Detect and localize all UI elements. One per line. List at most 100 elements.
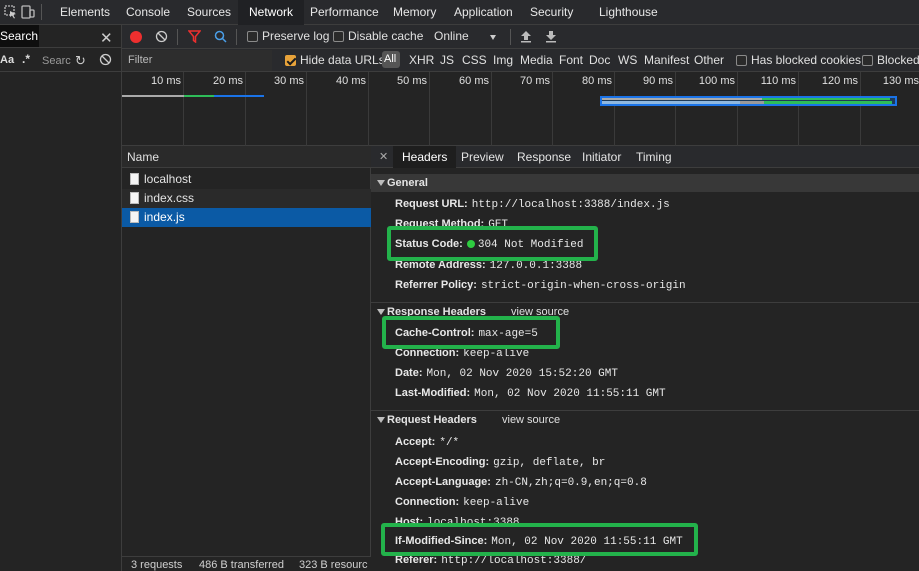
import-har-icon[interactable]	[520, 30, 532, 46]
document-icon	[130, 211, 139, 223]
regex-button[interactable]: .*	[22, 52, 30, 66]
header-row: Referrer Policy: strict-origin-when-cross…	[395, 279, 686, 292]
timeline-request-bar	[764, 101, 892, 104]
header-key: Referrer Policy:	[395, 279, 477, 291]
search-drawer	[0, 25, 122, 571]
timeline-request-bar	[122, 95, 184, 97]
search-input[interactable]: Searc	[42, 55, 71, 67]
type-filter-css[interactable]: CSS	[462, 53, 487, 67]
divider	[236, 29, 237, 45]
hide-data-urls-checkbox[interactable]	[285, 55, 296, 66]
device-toolbar-icon[interactable]	[21, 5, 35, 19]
close-drawer-icon[interactable]: ✕	[100, 29, 113, 47]
clear-search-icon[interactable]	[99, 53, 112, 69]
header-value: */*	[439, 437, 460, 449]
timeline-overview[interactable]: 10 ms 20 ms 30 ms 40 ms 50 ms 60 ms 70 m…	[122, 72, 919, 146]
request-list-header[interactable]: Name	[122, 146, 371, 168]
timeline-request-bar	[762, 98, 890, 100]
filter-placeholder: Filter	[128, 54, 153, 66]
preserve-log-label: Preserve log	[262, 29, 330, 43]
timeline-tick-label: 50 ms	[397, 75, 427, 87]
type-filter-doc[interactable]: Doc	[589, 53, 610, 67]
tab-lighthouse[interactable]: Lighthouse	[599, 0, 658, 25]
document-icon	[130, 192, 139, 204]
header-key: Request URL:	[395, 198, 468, 210]
close-detail-icon[interactable]: ✕	[379, 150, 388, 163]
header-value: Mon, 02 Nov 2020 11:55:11 GMT	[474, 388, 666, 400]
type-filter-font[interactable]: Font	[559, 53, 583, 67]
timeline-gridline	[245, 72, 246, 146]
tab-elements[interactable]: Elements	[60, 0, 110, 25]
type-filter-img[interactable]: Img	[493, 53, 513, 67]
tab-response[interactable]: Response	[517, 146, 571, 168]
name-column-header[interactable]: Name	[127, 150, 159, 164]
divider	[177, 29, 178, 45]
timeline-request-bar	[602, 98, 762, 100]
type-filter-label: All	[384, 53, 397, 65]
type-filter-xhr[interactable]: XHR	[409, 53, 434, 67]
disable-cache-label: Disable cache	[348, 29, 424, 43]
request-row-selected[interactable]: index.js	[122, 208, 371, 227]
clear-icon[interactable]	[155, 30, 168, 46]
tab-console[interactable]: Console	[126, 0, 170, 25]
type-filter-other[interactable]: Other	[694, 53, 724, 67]
record-icon[interactable]	[130, 31, 142, 43]
header-value: keep-alive	[463, 497, 530, 509]
network-summary-bar: 3 requests 486 B transferred 323 B resou…	[122, 556, 371, 571]
expand-triangle-icon	[377, 180, 385, 186]
tab-initiator[interactable]: Initiator	[582, 146, 621, 168]
header-key: Accept:	[395, 436, 436, 448]
tab-timing[interactable]: Timing	[636, 146, 672, 168]
blocked-requests-checkbox[interactable]	[862, 55, 873, 66]
throttling-select[interactable]: Online	[428, 27, 500, 46]
has-blocked-cookies-checkbox[interactable]	[736, 55, 747, 66]
header-row: Connection: keep-alive	[395, 496, 529, 509]
tab-memory[interactable]: Memory	[393, 0, 436, 25]
type-filter-all[interactable]: All	[382, 51, 400, 68]
header-value: Mon, 02 Nov 2020 15:52:20 GMT	[426, 368, 618, 380]
tab-performance[interactable]: Performance	[310, 0, 379, 25]
disable-cache-checkbox[interactable]	[333, 31, 344, 42]
timeline-tick-label: 30 ms	[274, 75, 304, 87]
request-row[interactable]: localhost	[122, 170, 371, 189]
section-title: General	[387, 177, 428, 189]
timeline-gridline	[798, 72, 799, 146]
type-filter-js[interactable]: JS	[440, 53, 454, 67]
tab-application[interactable]: Application	[454, 0, 513, 25]
refresh-icon[interactable]: ↻	[75, 53, 86, 69]
match-case-button[interactable]: Aa	[0, 54, 14, 66]
devtools-tab-bar: Elements Console Sources Network Perform…	[0, 0, 919, 25]
tab-security[interactable]: Security	[530, 0, 573, 25]
timeline-gridline	[614, 72, 615, 146]
type-filter-ws[interactable]: WS	[618, 53, 637, 67]
request-row[interactable]: index.css	[122, 189, 371, 208]
request-count: 3 requests	[131, 559, 183, 571]
search-icon[interactable]	[214, 30, 227, 46]
request-headers-section-header[interactable]: Request Headers view source	[371, 410, 919, 428]
filter-input[interactable]: Filter	[122, 50, 272, 71]
timeline-gridline	[552, 72, 553, 146]
tab-network[interactable]: Network	[238, 0, 305, 25]
timeline-tick-label: 40 ms	[336, 75, 366, 87]
header-value: gzip, deflate, br	[493, 457, 606, 469]
preserve-log-checkbox[interactable]	[247, 31, 258, 42]
inspect-element-icon[interactable]	[4, 5, 18, 19]
header-key: Last-Modified:	[395, 387, 471, 399]
export-har-icon[interactable]	[545, 30, 557, 46]
filter-icon[interactable]	[187, 30, 202, 46]
timeline-gridline	[429, 72, 430, 146]
view-source-link[interactable]: view source	[502, 411, 560, 429]
tab-headers[interactable]: Headers	[393, 146, 457, 168]
filter-bar: Filter Hide data URLs All XHR JS CSS Img…	[122, 49, 919, 72]
general-section-header[interactable]: General	[371, 174, 919, 192]
expand-triangle-icon	[377, 309, 385, 315]
type-filter-media[interactable]: Media	[520, 53, 553, 67]
search-drawer-tab[interactable]: Search	[0, 25, 39, 47]
type-filter-manifest[interactable]: Manifest	[644, 53, 689, 67]
network-toolbar: Preserve log Disable cache Online	[122, 25, 919, 49]
tab-sources[interactable]: Sources	[187, 0, 231, 25]
divider	[510, 29, 511, 45]
header-row: Accept-Encoding: gzip, deflate, br	[395, 456, 605, 469]
hide-data-urls-label: Hide data URLs	[300, 53, 385, 67]
tab-preview[interactable]: Preview	[461, 146, 504, 168]
